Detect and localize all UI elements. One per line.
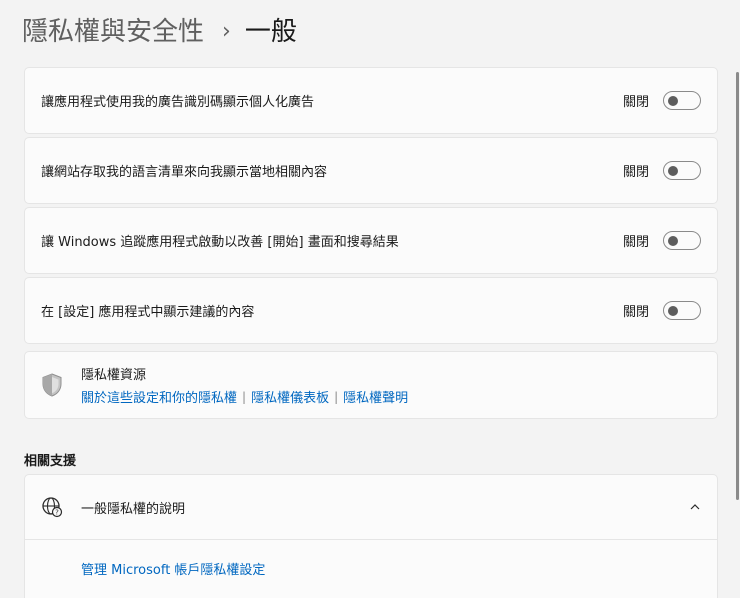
setting-label: 在 [設定] 應用程式中顯示建議的內容 [41,305,255,320]
app-launch-tracking-toggle[interactable] [663,231,701,250]
link-separator: | [334,389,339,404]
breadcrumb-separator: › [222,19,231,44]
suggested-content-toggle[interactable] [663,301,701,320]
setting-card-suggested-content: 在 [設定] 應用程式中顯示建議的內容 關閉 [24,277,718,344]
link-separator: | [242,389,247,404]
privacy-statement-link[interactable]: 隱私權聲明 [343,387,408,406]
scrollbar[interactable] [736,72,739,500]
setting-label: 讓應用程式使用我的廣告識別碼顯示個人化廣告 [41,95,315,110]
related-support-heading: 相關支援 [24,454,77,469]
privacy-dashboard-link[interactable]: 隱私權儀表板 [251,387,329,406]
shield-icon [42,373,62,397]
chevron-up-icon[interactable] [689,501,701,513]
breadcrumb: 隱私權與安全性 › 一般 [22,14,297,50]
toggle-knob [668,166,678,176]
setting-card-app-launch-tracking: 讓 Windows 追蹤應用程式啟動以改善 [開始] 畫面和搜尋結果 關閉 [24,207,718,274]
setting-card-language-list: 讓網站存取我的語言清單來向我顯示當地相關內容 關閉 [24,137,718,204]
toggle-state-text: 關閉 [622,305,649,320]
toggle-state-text: 關閉 [622,235,649,250]
privacy-resources-card: 隱私權資源 關於這些設定和你的隱私權 | 隱私權儀表板 | 隱私權聲明 [24,351,718,419]
svg-text:?: ? [55,509,59,517]
privacy-resources-text: 隱私權資源 關於這些設定和你的隱私權 | 隱私權儀表板 | 隱私權聲明 [81,364,408,406]
help-title: 一般隱私權的說明 [81,501,186,517]
toggle-state-text: 關閉 [622,95,649,110]
toggle-knob [668,96,678,106]
globe-help-icon: ? [42,497,63,518]
manage-microsoft-account-privacy-link[interactable]: 管理 Microsoft 帳戶隱私權設定 [81,559,265,578]
setting-card-ad-id: 讓應用程式使用我的廣告識別碼顯示個人化廣告 關閉 [24,67,718,134]
help-expander-header[interactable]: ? 一般隱私權的說明 [25,475,717,540]
help-expander-content: 管理 Microsoft 帳戶隱私權設定 [25,540,717,596]
help-card: ? 一般隱私權的說明 管理 Microsoft 帳戶隱私權設定 [24,474,718,598]
breadcrumb-parent[interactable]: 隱私權與安全性 [22,14,204,50]
toggle-knob [668,306,678,316]
privacy-resources-title: 隱私權資源 [81,368,147,383]
setting-label: 讓 Windows 追蹤應用程式啟動以改善 [開始] 畫面和搜尋結果 [41,235,399,250]
ad-id-toggle[interactable] [663,91,701,110]
page-title: 一般 [244,17,297,47]
privacy-links: 關於這些設定和你的隱私權 | 隱私權儀表板 | 隱私權聲明 [81,387,408,407]
language-list-toggle[interactable] [663,161,701,180]
toggle-knob [668,236,678,246]
setting-label: 讓網站存取我的語言清單來向我顯示當地相關內容 [41,165,328,180]
toggle-state-text: 關閉 [622,165,649,180]
about-settings-privacy-link[interactable]: 關於這些設定和你的隱私權 [81,387,237,406]
